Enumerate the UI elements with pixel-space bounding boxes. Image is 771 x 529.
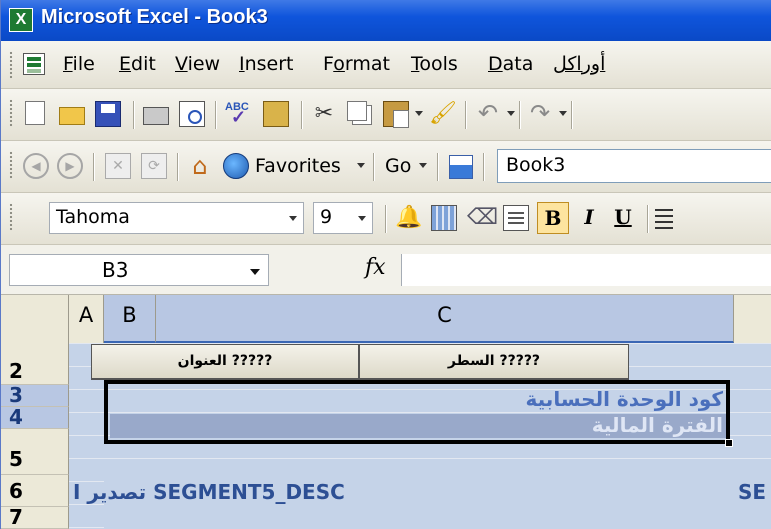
print-icon[interactable] xyxy=(143,107,169,125)
address-input[interactable]: Book3 xyxy=(497,149,771,183)
menu-data[interactable]: Data xyxy=(488,53,533,75)
formula-input[interactable] xyxy=(401,254,771,286)
cell-row6-left-text[interactable]: I تصدير SEGMENT5_DESC xyxy=(73,480,345,504)
excel-icon[interactable]: X xyxy=(9,8,33,32)
row-header-4[interactable]: 4 xyxy=(1,407,69,429)
web-toolbar: ◀ ▶ ✕ ⟳ ⌂ Favorites Go Book3 xyxy=(1,141,771,193)
font-size-select[interactable]: 9 xyxy=(313,202,373,234)
forward-icon[interactable]: ▶ xyxy=(57,153,83,179)
toolbar-separator xyxy=(519,101,520,129)
menu-insert[interactable]: Insert xyxy=(239,53,294,75)
workbook-icon[interactable] xyxy=(23,53,45,75)
column-header-a[interactable]: A xyxy=(69,295,104,343)
column-header-b[interactable]: B xyxy=(104,295,156,343)
menu-tools[interactable]: Tools xyxy=(411,53,458,75)
format-painter-icon[interactable]: 🖌 xyxy=(429,101,457,127)
menu-bar: File Edit View Insert Format Tools Data … xyxy=(1,41,771,89)
row-header-3[interactable]: 3 xyxy=(1,385,69,407)
calculator-icon[interactable] xyxy=(431,205,457,231)
insert-function-icon[interactable]: fx xyxy=(365,255,386,280)
favorites-dropdown-icon[interactable] xyxy=(357,163,365,168)
row-header-5[interactable]: 5 xyxy=(1,429,69,475)
back-icon[interactable]: ◀ xyxy=(23,153,49,179)
toolbar-separator xyxy=(133,101,134,129)
line-sheet-button[interactable]: السطر ????? xyxy=(359,344,629,380)
italic-button[interactable]: I xyxy=(573,202,605,234)
toolbar-separator xyxy=(465,101,466,129)
toolbar-separator xyxy=(93,153,94,181)
cell-c4-text[interactable]: الفترة المالية xyxy=(592,413,723,437)
toolbar-grip[interactable] xyxy=(9,203,13,231)
menu-format[interactable]: Format xyxy=(323,53,390,75)
menu-file[interactable]: File xyxy=(63,53,95,75)
bold-button[interactable]: B xyxy=(537,202,569,234)
excel-window: X Microsoft Excel - Book3 File Edit View… xyxy=(0,0,771,529)
spelling-icon[interactable]: ABC xyxy=(225,101,251,128)
toolbar-separator xyxy=(647,205,648,233)
paste-dropdown-icon[interactable] xyxy=(415,111,423,116)
cell-c3-text[interactable]: كود الوحدة الحسابية xyxy=(526,387,723,411)
research-icon[interactable] xyxy=(263,101,289,127)
column-header-c[interactable]: C xyxy=(156,295,734,343)
toolbar-separator xyxy=(177,153,178,181)
column-header-d[interactable] xyxy=(734,295,771,343)
formula-bar: B3 fx xyxy=(1,245,771,295)
print-preview-icon[interactable] xyxy=(179,101,205,127)
align-left-icon[interactable] xyxy=(655,209,673,231)
go-dropdown-icon[interactable] xyxy=(419,163,427,168)
bell-icon[interactable]: 🔔 xyxy=(395,205,422,231)
row-header-2[interactable]: 2 xyxy=(1,353,69,385)
underline-button[interactable]: U xyxy=(607,202,639,234)
menu-oracle[interactable]: أوراكل xyxy=(553,53,605,75)
stop-icon[interactable]: ✕ xyxy=(105,153,131,179)
font-name-select[interactable]: Tahoma xyxy=(49,202,304,234)
cell-row6-right-text[interactable]: SE xyxy=(738,480,766,504)
row-header-6[interactable]: 6 xyxy=(1,475,69,507)
open-folder-icon[interactable] xyxy=(59,107,85,125)
fill-handle[interactable] xyxy=(725,439,733,447)
refresh-icon[interactable]: ⟳ xyxy=(141,153,167,179)
show-only-web-toolbar-icon[interactable] xyxy=(449,155,473,179)
cut-icon[interactable]: ✂ xyxy=(311,101,337,127)
save-icon[interactable] xyxy=(95,101,121,127)
toolbar-grip[interactable] xyxy=(9,99,13,127)
new-document-icon[interactable] xyxy=(25,101,45,125)
copy-icon[interactable] xyxy=(347,101,367,121)
formatting-toolbar: Tahoma 9 🔔 ⌫ B I U xyxy=(1,193,771,245)
home-icon[interactable]: ⌂ xyxy=(187,153,213,179)
undo-icon[interactable]: ↶ xyxy=(475,101,501,127)
search-web-icon[interactable] xyxy=(223,153,249,179)
window-title: Microsoft Excel - Book3 xyxy=(41,6,268,28)
select-all-corner[interactable] xyxy=(1,295,69,343)
menu-edit[interactable]: Edit xyxy=(119,53,156,75)
toolbar-separator xyxy=(373,153,374,181)
redo-icon[interactable]: ↷ xyxy=(527,101,553,127)
redo-dropdown-icon[interactable] xyxy=(559,111,567,116)
toolbar-separator xyxy=(483,153,484,181)
undo-dropdown-icon[interactable] xyxy=(507,111,515,116)
toolbar-separator xyxy=(385,205,386,233)
paste-icon[interactable] xyxy=(383,101,409,128)
toolbar-separator xyxy=(571,101,572,129)
eraser-icon[interactable]: ⌫ xyxy=(467,205,498,231)
row-header-7[interactable]: 7 xyxy=(1,507,69,529)
menu-view[interactable]: View xyxy=(175,53,220,75)
notes-icon[interactable] xyxy=(503,205,529,231)
name-box-dropdown-icon[interactable] xyxy=(250,269,260,275)
toolbar-grip[interactable] xyxy=(9,151,13,179)
toolbar-separator xyxy=(301,101,302,129)
standard-toolbar: ABC ✂ 🖌 ↶ ↷ xyxy=(1,89,771,141)
toolbar-separator xyxy=(437,153,438,181)
go-menu[interactable]: Go xyxy=(385,155,411,177)
title-sheet-button[interactable]: العنوان ????? xyxy=(91,344,359,380)
title-bar[interactable]: X Microsoft Excel - Book3 xyxy=(1,0,771,41)
name-box[interactable]: B3 xyxy=(9,254,269,286)
favorites-menu[interactable]: Favorites xyxy=(255,155,341,177)
toolbar-grip[interactable] xyxy=(9,51,13,79)
toolbar-separator xyxy=(215,101,216,129)
